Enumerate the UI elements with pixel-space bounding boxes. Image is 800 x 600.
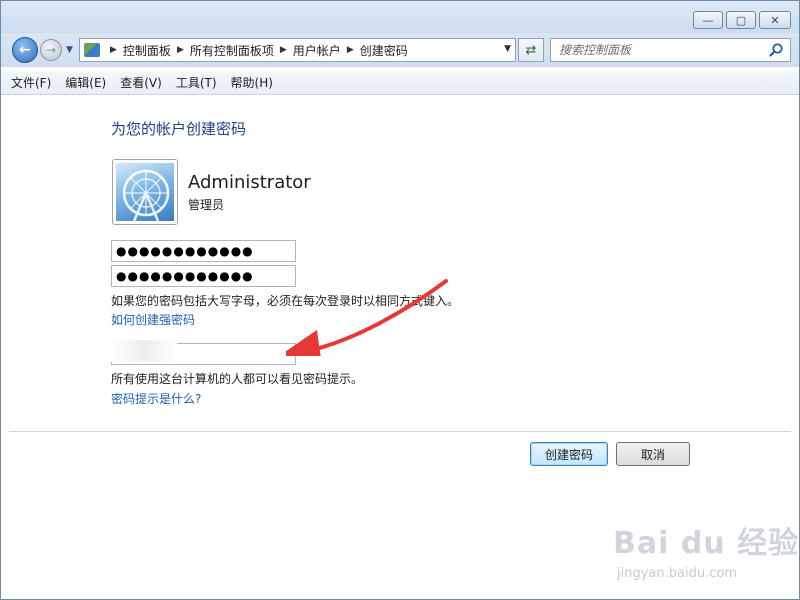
menu-file[interactable]: 文件(F) [11, 74, 51, 91]
control-panel-window: — ▢ ✕ ← → ▼ ▶ 控制面板 ▶ 所有控制面板项 ▶ 用户帐户 ▶ 创建… [0, 0, 800, 600]
menu-tools[interactable]: 工具(T) [176, 74, 217, 91]
ferris-wheel-icon [122, 169, 170, 221]
search-input[interactable] [559, 43, 759, 57]
strong-password-link[interactable]: 如何创建强密码 [111, 311, 195, 328]
user-name: Administrator [188, 172, 311, 193]
user-picture [112, 159, 178, 225]
search-box[interactable] [550, 38, 791, 62]
confirm-password-field[interactable]: ●●●●●●●●●●●● [111, 265, 296, 287]
arrow-left-icon: ← [19, 42, 31, 58]
maximize-button[interactable]: ▢ [726, 11, 756, 29]
close-button[interactable]: ✕ [759, 11, 791, 29]
breadcrumb-control-panel[interactable]: 控制面板 [123, 42, 171, 59]
cancel-button[interactable]: 取消 [616, 442, 690, 466]
control-panel-icon [84, 43, 100, 57]
back-button[interactable]: ← [12, 37, 38, 63]
window-controls: — ▢ ✕ [693, 11, 791, 29]
page-title: 为您的帐户创建密码 [111, 120, 247, 138]
menu-help[interactable]: 帮助(H) [231, 74, 273, 91]
caps-lock-hint: 如果您的密码包括大写字母，必须在每次登录时以相同方式键入。 [111, 294, 460, 308]
menu-view[interactable]: 查看(V) [120, 74, 162, 91]
create-password-button[interactable]: 创建密码 [530, 442, 608, 466]
search-icon[interactable] [768, 42, 784, 58]
address-dropdown-icon[interactable]: ▼ [504, 44, 511, 54]
breadcrumb-create-password[interactable]: 创建密码 [360, 42, 408, 59]
new-password-field[interactable]: ●●●●●●●●●●●● [111, 240, 296, 262]
refresh-button[interactable]: ⇄ [518, 38, 544, 62]
breadcrumb-separator-icon[interactable]: ▶ [347, 45, 354, 55]
breadcrumb-all-items[interactable]: 所有控制面板项 [190, 42, 274, 59]
annotation-arrow-icon [286, 279, 448, 356]
navigation-bar: ← → ▼ ▶ 控制面板 ▶ 所有控制面板项 ▶ 用户帐户 ▶ 创建密码 ▼ ⇄ [1, 33, 799, 67]
breadcrumb-separator-icon[interactable]: ▶ [110, 45, 117, 55]
hint-visibility-note: 所有使用这台计算机的人都可以看见密码提示。 [111, 372, 364, 386]
password-hint-help-link[interactable]: 密码提示是什么? [111, 390, 201, 407]
main-content: 为您的帐户创建密码 Administrator 管理员 ●●●●●●●●●●●●… [1, 96, 799, 599]
recent-pages-chevron-icon[interactable]: ▼ [66, 45, 73, 55]
divider [9, 431, 791, 432]
refresh-icon: ⇄ [525, 42, 537, 58]
user-picture-icon [116, 163, 174, 221]
menu-bar: 文件(F) 编辑(E) 查看(V) 工具(T) 帮助(H) [1, 71, 799, 95]
breadcrumb-separator-icon[interactable]: ▶ [177, 45, 184, 55]
user-role: 管理员 [188, 198, 225, 212]
menu-edit[interactable]: 编辑(E) [65, 74, 106, 91]
forward-button[interactable]: → [40, 39, 62, 61]
address-bar[interactable]: ▶ 控制面板 ▶ 所有控制面板项 ▶ 用户帐户 ▶ 创建密码 ▼ [79, 38, 516, 62]
title-bar: — ▢ ✕ [1, 1, 799, 37]
redacted-hint-label [111, 340, 177, 362]
breadcrumb-user-accounts[interactable]: 用户帐户 [293, 42, 341, 59]
breadcrumb-separator-icon[interactable]: ▶ [280, 45, 287, 55]
arrow-right-icon: → [45, 43, 57, 57]
minimize-button[interactable]: — [693, 11, 723, 29]
